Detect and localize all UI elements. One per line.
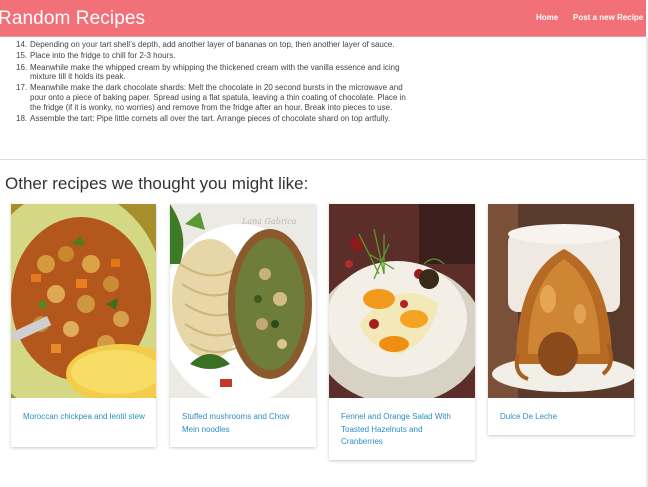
recipe-title-link[interactable]: Stuffed mushrooms and Chow Mein noodles	[182, 411, 307, 436]
navbar: Random Recipes Home Post a new Recipe	[0, 0, 646, 37]
recipe-step: 14. Depending on your tart shell’s depth…	[16, 40, 416, 50]
step-number: 14.	[16, 40, 28, 49]
nav-post-recipe-link[interactable]: Post a new Recipe	[573, 13, 643, 22]
step-text: Assemble the tart: Pipe little cornets a…	[30, 113, 391, 123]
recipe-image[interactable]	[329, 204, 475, 398]
recipe-title-link[interactable]: Moroccan chickpea and lentil stew	[23, 411, 148, 424]
step-text: Place into the fridge to chill for 2-3 h…	[30, 51, 176, 61]
recipe-image[interactable]: Lana Gabrica	[170, 204, 316, 398]
recipe-card[interactable]: Fennel and Orange Salad With Toasted Haz…	[329, 204, 475, 460]
brand-logo[interactable]: Random Recipes	[0, 8, 145, 30]
step-text: Meanwhile make the whipped cream by whip…	[30, 62, 400, 82]
recipe-step: 17. Meanwhile make the dark chocolate sh…	[16, 83, 416, 112]
step-number: 18.	[16, 113, 28, 123]
recipe-step: 15. Place into the fridge to chill for 2…	[16, 51, 416, 61]
section-divider	[0, 159, 648, 160]
nav-home-link[interactable]: Home	[536, 13, 558, 22]
recipe-title-link[interactable]: Dulce De Leche	[500, 411, 625, 424]
related-recipes-heading: Other recipes we thought you might like:	[5, 174, 309, 193]
step-number: 16.	[16, 62, 28, 72]
recipe-card[interactable]: Dulce De Leche	[488, 204, 634, 435]
recipe-step: 18. Assemble the tart: Pipe little corne…	[16, 114, 416, 124]
step-text: Meanwhile make the dark chocolate shards…	[30, 83, 406, 112]
recipe-steps-list: 14. Depending on your tart shell’s depth…	[16, 40, 416, 125]
step-number: 17.	[16, 83, 28, 93]
step-text: Depending on your tart shell’s depth, ad…	[30, 40, 395, 49]
recipe-image[interactable]	[488, 204, 634, 398]
recipe-image[interactable]	[11, 204, 156, 398]
recipe-step: 16. Meanwhile make the whipped cream by …	[16, 63, 416, 82]
svg-text:Lana Gabrica: Lana Gabrica	[241, 217, 297, 226]
recipe-card[interactable]: Lana Gabrica Stuffed mushrooms and Chow …	[170, 204, 316, 447]
recipe-title-link[interactable]: Fennel and Orange Salad With Toasted Haz…	[341, 411, 466, 449]
recipe-card[interactable]: Moroccan chickpea and lentil stew	[11, 204, 156, 447]
step-number: 15.	[16, 51, 28, 61]
